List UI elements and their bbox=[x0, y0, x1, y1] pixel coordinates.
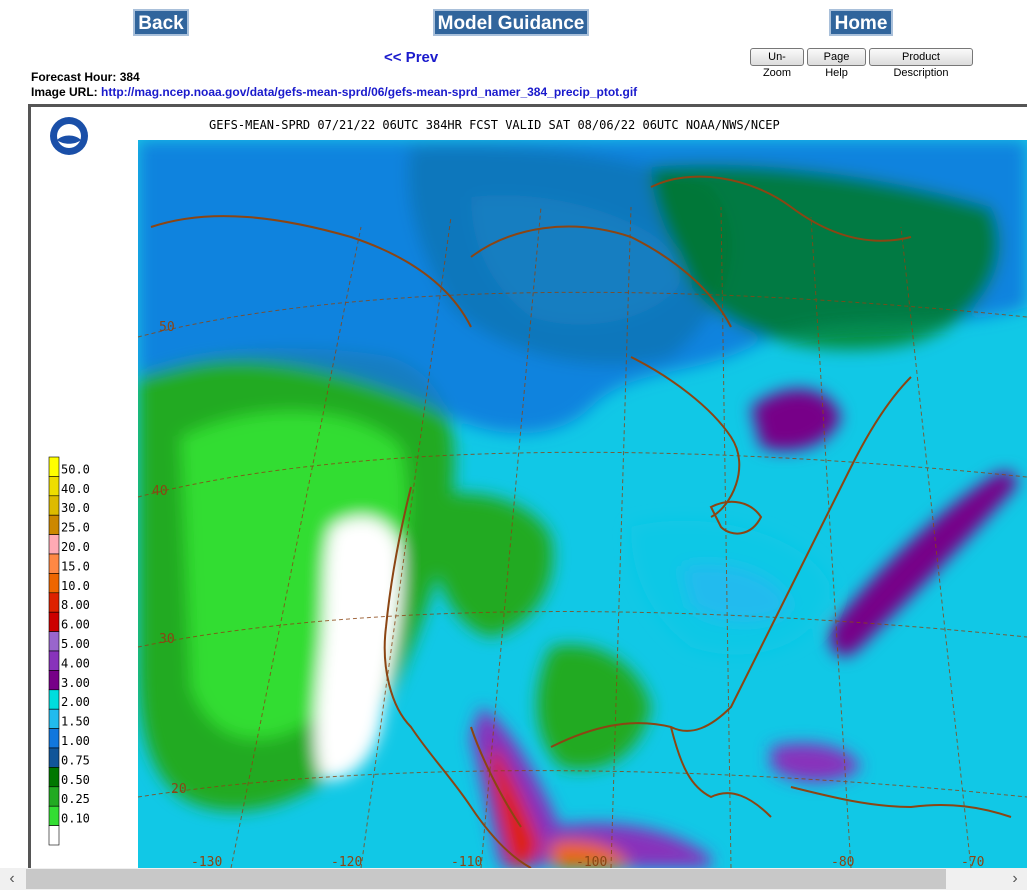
lon-label-70: -70 bbox=[961, 855, 984, 868]
lon-label-120: -120 bbox=[331, 855, 362, 868]
legend-label: 6.00 bbox=[61, 618, 90, 632]
legend-label: 5.00 bbox=[61, 637, 90, 651]
legend-swatch bbox=[48, 631, 60, 652]
legend-label: 10.0 bbox=[61, 579, 90, 593]
legend-swatch bbox=[48, 592, 60, 613]
legend-swatch bbox=[48, 456, 60, 477]
unzoom-button[interactable]: Un-Zoom bbox=[750, 48, 804, 79]
legend-swatch bbox=[48, 805, 60, 826]
lon-label-100: -100 bbox=[576, 855, 607, 868]
legend-swatch bbox=[48, 670, 60, 691]
legend-label: 20.0 bbox=[61, 540, 90, 554]
map-title: GEFS-MEAN-SPRD 07/21/22 06UTC 384HR FCST… bbox=[209, 118, 780, 132]
legend-swatch bbox=[48, 708, 60, 729]
legend-label: 1.50 bbox=[61, 715, 90, 729]
legend-label: 0.75 bbox=[61, 753, 90, 767]
forecast-hour-value: 384 bbox=[119, 70, 140, 84]
home-button[interactable]: Home bbox=[829, 9, 893, 36]
legend-swatch bbox=[48, 728, 60, 749]
scroll-thumb[interactable] bbox=[26, 869, 946, 889]
legend-swatch bbox=[48, 689, 60, 710]
legend-swatch bbox=[48, 553, 60, 574]
legend-label: 4.00 bbox=[61, 656, 90, 670]
legend-swatch bbox=[48, 495, 60, 516]
legend-label: 15.0 bbox=[61, 559, 90, 573]
image-url-label: Image URL: bbox=[31, 85, 98, 99]
legend-label: 25.0 bbox=[61, 521, 90, 535]
model-guidance-button[interactable]: Model Guidance bbox=[433, 9, 589, 36]
forecast-hour: Forecast Hour: 384 bbox=[31, 70, 140, 84]
legend-swatch bbox=[48, 476, 60, 497]
forecast-map[interactable]: GEFS-MEAN-SPRD 07/21/22 06UTC 384HR FCST… bbox=[28, 104, 1027, 868]
lon-label-130: -130 bbox=[191, 855, 222, 868]
legend-swatch bbox=[48, 767, 60, 788]
legend-label: 30.0 bbox=[61, 501, 90, 515]
lat-label-50: 50 bbox=[159, 320, 175, 335]
product-description-button[interactable]: Product Description bbox=[869, 48, 973, 79]
image-url-row: Image URL: http://mag.ncep.noaa.gov/data… bbox=[31, 85, 637, 99]
legend-label: 2.00 bbox=[61, 695, 90, 709]
legend-swatch bbox=[48, 534, 60, 555]
lat-label-30: 30 bbox=[159, 632, 175, 647]
image-url-link[interactable]: http://mag.ncep.noaa.gov/data/gefs-mean-… bbox=[101, 85, 637, 99]
legend-swatch bbox=[48, 514, 60, 535]
back-button[interactable]: Back bbox=[133, 9, 189, 36]
legend-swatch bbox=[48, 611, 60, 632]
legend-label: 50.0 bbox=[61, 462, 90, 476]
legend-label: 40.0 bbox=[61, 482, 90, 496]
legend-swatch bbox=[48, 747, 60, 768]
lon-label-80: -80 bbox=[831, 855, 854, 868]
lat-label-20: 20 bbox=[171, 782, 187, 797]
scroll-right-icon[interactable]: › bbox=[1005, 870, 1025, 888]
lon-label-110: -110 bbox=[451, 855, 482, 868]
legend-label: 0.50 bbox=[61, 773, 90, 787]
legend-label: 8.00 bbox=[61, 598, 90, 612]
prev-link[interactable]: << Prev bbox=[384, 49, 438, 66]
legend-swatch bbox=[48, 573, 60, 594]
legend-label: 3.00 bbox=[61, 676, 90, 690]
forecast-hour-label: Forecast Hour: bbox=[31, 70, 117, 84]
page-help-button[interactable]: Page Help bbox=[807, 48, 866, 79]
precip-field bbox=[138, 140, 1027, 868]
legend-swatch bbox=[48, 825, 60, 846]
map-image[interactable]: GEFS-MEAN-SPRD 07/21/22 06UTC 384HR FCST… bbox=[31, 107, 1027, 868]
legend-label: 0.25 bbox=[61, 792, 90, 806]
horizontal-scrollbar[interactable]: ‹ › bbox=[0, 868, 1027, 890]
legend-swatch bbox=[48, 786, 60, 807]
lat-label-40: 40 bbox=[152, 484, 168, 499]
noaa-logo bbox=[50, 117, 88, 155]
scroll-left-icon[interactable]: ‹ bbox=[2, 870, 22, 888]
legend-swatch bbox=[48, 650, 60, 671]
legend-label: 1.00 bbox=[61, 734, 90, 748]
legend-label: 0.10 bbox=[61, 812, 90, 826]
